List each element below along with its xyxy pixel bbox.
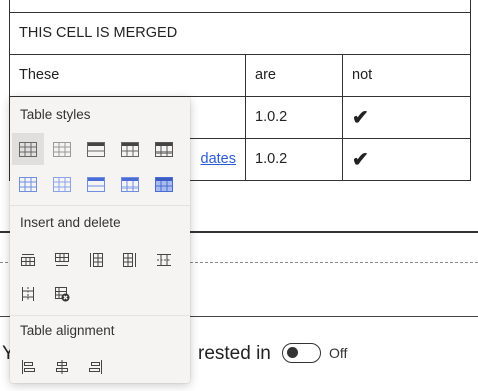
table-style-dark-banded-icon[interactable] xyxy=(148,133,180,165)
menu-separator xyxy=(10,315,190,316)
align-right-icon[interactable] xyxy=(80,351,112,383)
menu-separator xyxy=(10,205,190,206)
table-cell[interactable]: ✔ xyxy=(342,137,471,181)
table-cell[interactable]: 1.0.2 xyxy=(245,95,343,139)
table-style-grid-light-icon[interactable] xyxy=(46,133,78,165)
header-cell-1[interactable]: These xyxy=(9,53,246,97)
delete-table-icon[interactable] xyxy=(46,278,78,310)
merged-cell[interactable]: THIS CELL IS MERGED xyxy=(9,11,471,55)
delete-row-icon[interactable] xyxy=(148,244,180,276)
cell-link[interactable]: dates xyxy=(201,151,236,167)
table-style-blue-header-icon[interactable] xyxy=(80,168,112,200)
table-style-plain-icon[interactable] xyxy=(12,133,44,165)
insert-row-above-icon[interactable] xyxy=(12,244,44,276)
table-style-blue-banded-icon[interactable] xyxy=(114,168,146,200)
insert-column-right-icon[interactable] xyxy=(114,244,146,276)
table-style-blue-grid-icon[interactable] xyxy=(46,168,78,200)
section-title-table-styles: Table styles xyxy=(20,107,91,122)
table-style-header-grid-icon[interactable] xyxy=(114,133,146,165)
table-style-blue-plain-icon[interactable] xyxy=(12,168,44,200)
header-cell-2[interactable]: are xyxy=(245,53,343,97)
table-style-blue-dark-icon[interactable] xyxy=(148,168,180,200)
check-icon: ✔ xyxy=(352,106,369,129)
table-style-header-row-icon[interactable] xyxy=(80,133,112,165)
insert-row-below-icon[interactable] xyxy=(46,244,78,276)
header-cell-3[interactable]: not xyxy=(342,53,471,97)
toggle-knob xyxy=(287,347,298,358)
check-icon: ✔ xyxy=(352,148,369,171)
table-top-edge xyxy=(9,0,471,13)
toggle-state-label: Off xyxy=(329,345,348,361)
section-title-table-alignment: Table alignment xyxy=(20,323,115,338)
insert-column-left-icon[interactable] xyxy=(80,244,112,276)
table-options-popup: Table styles Insert and delete Table ali… xyxy=(10,97,190,383)
align-center-icon[interactable] xyxy=(46,351,78,383)
interest-toggle[interactable] xyxy=(282,343,321,363)
question-text-end: rested in xyxy=(198,343,271,364)
align-left-icon[interactable] xyxy=(12,351,44,383)
delete-column-icon[interactable] xyxy=(12,278,44,310)
section-title-insert-delete: Insert and delete xyxy=(20,215,121,230)
table-cell[interactable]: ✔ xyxy=(342,95,471,139)
table-cell[interactable]: 1.0.2 xyxy=(245,137,343,181)
